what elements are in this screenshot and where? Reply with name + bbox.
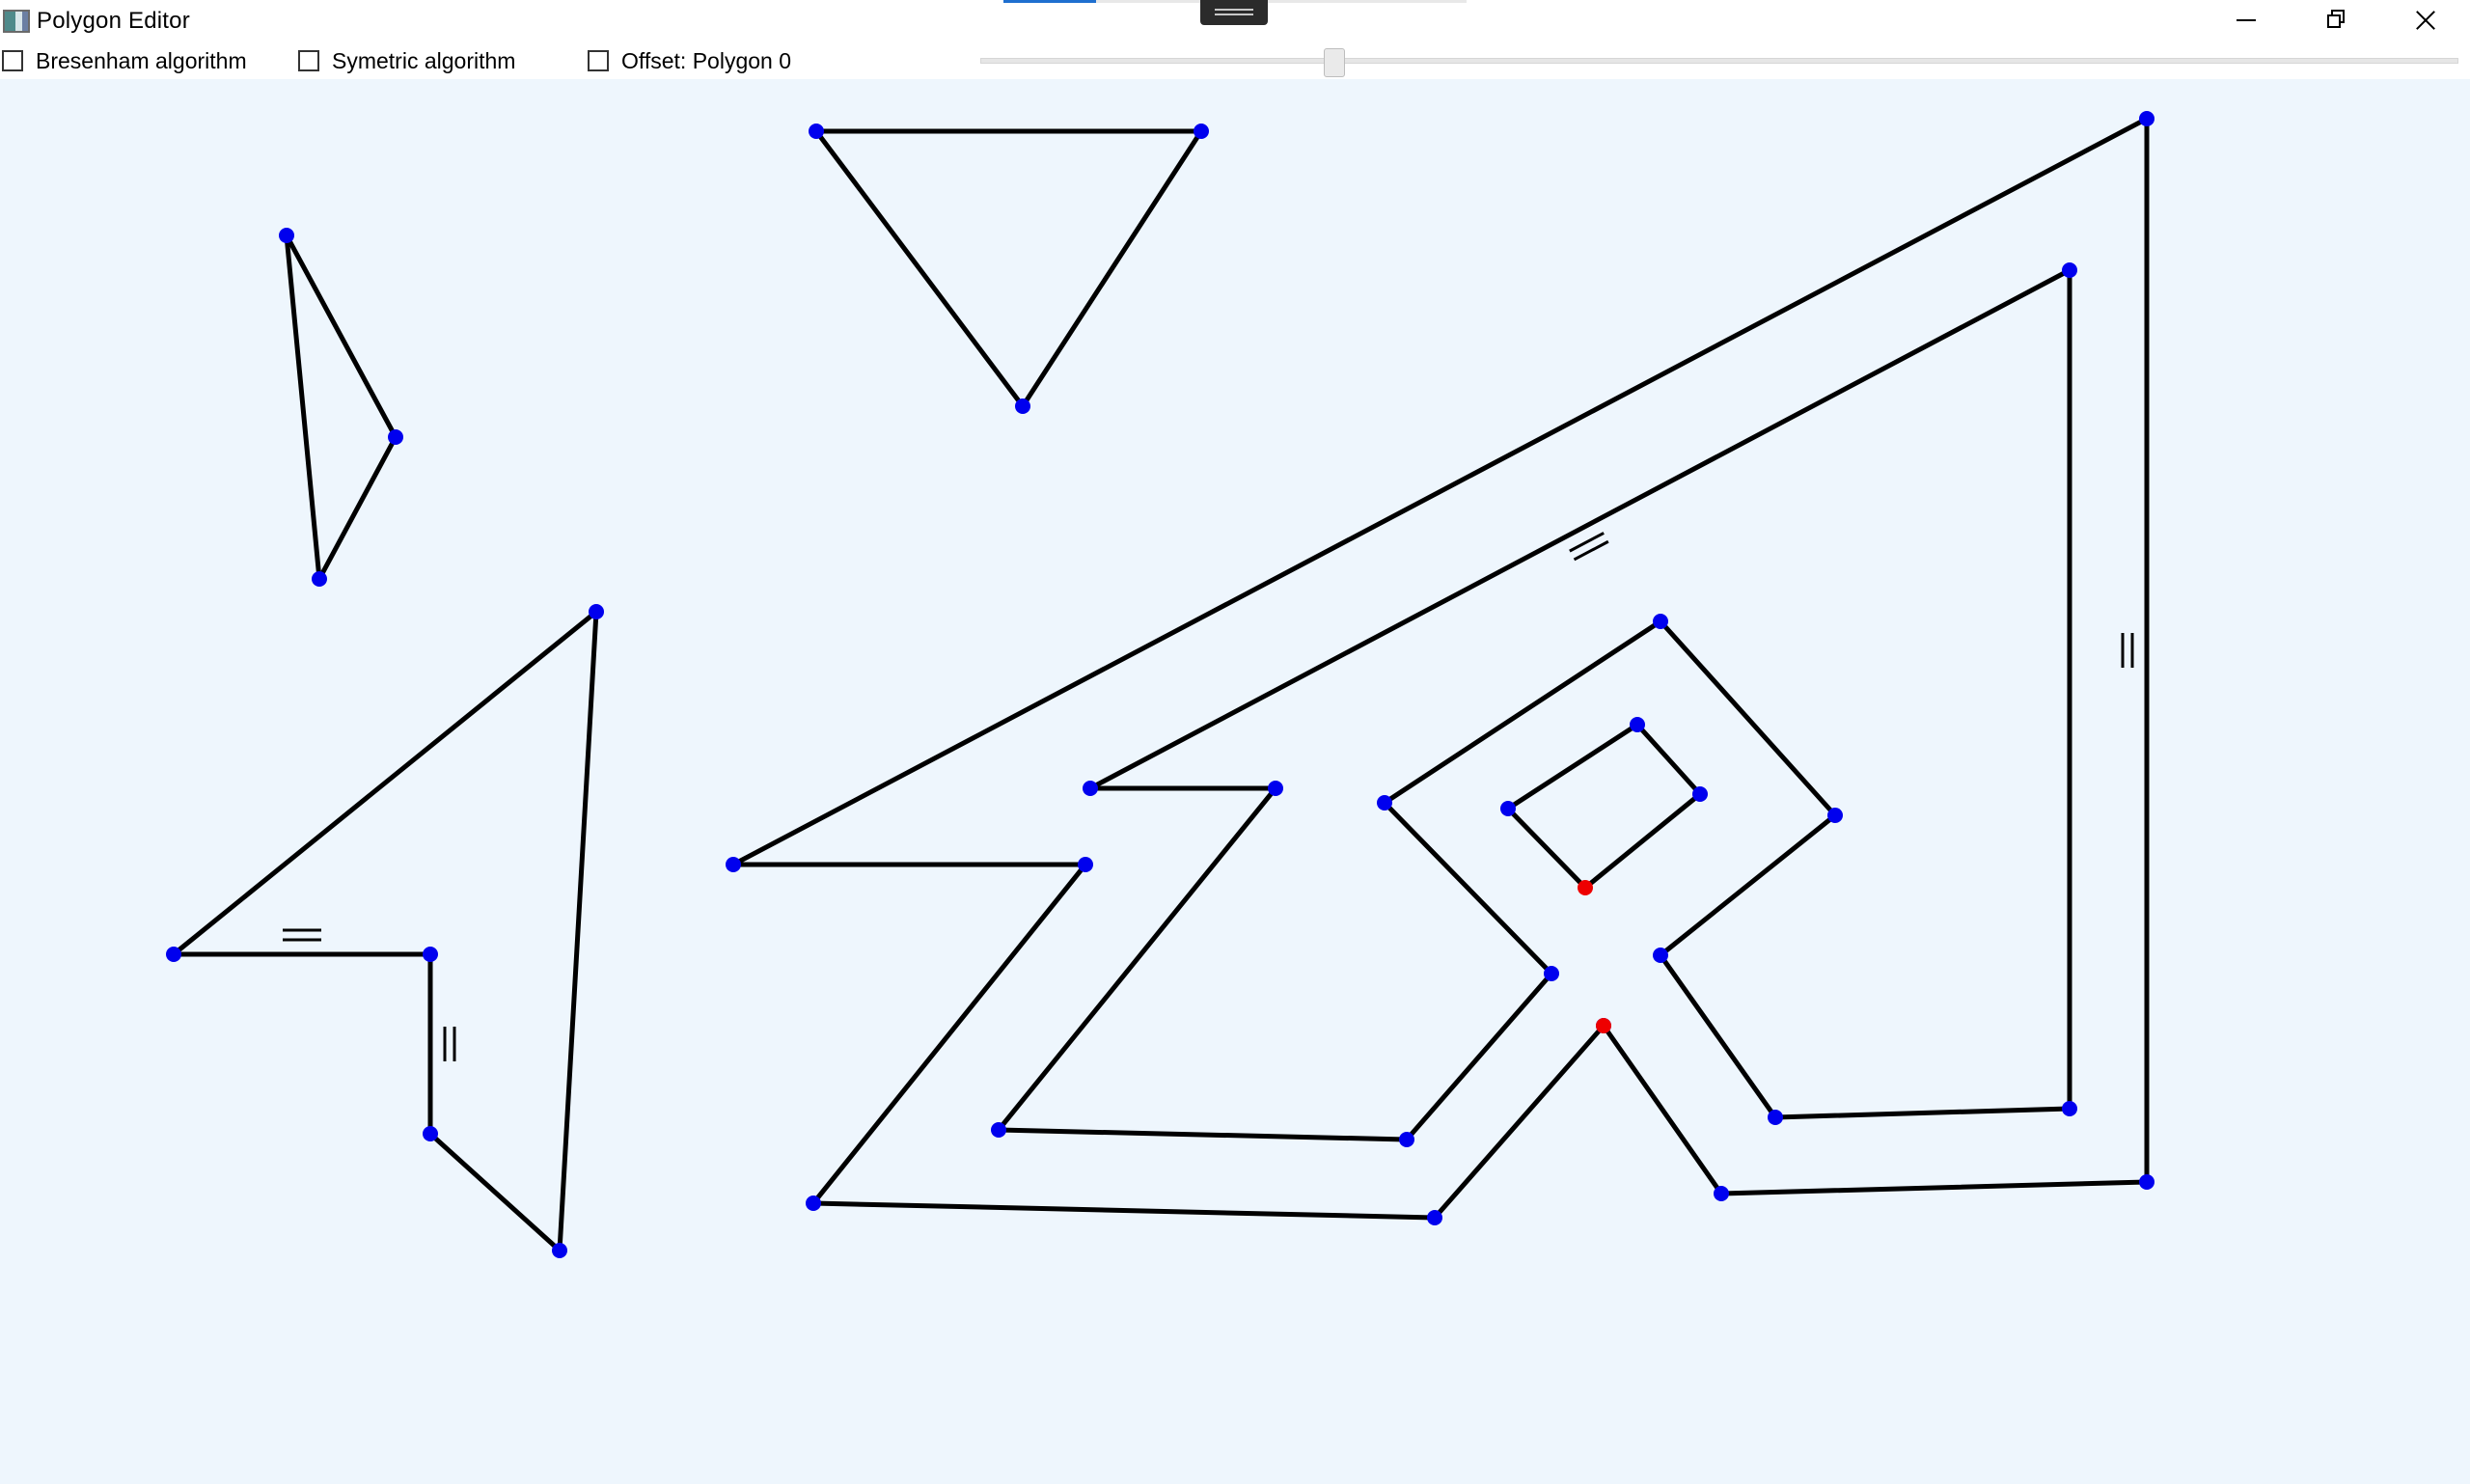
vertex-handle[interactable] bbox=[166, 947, 181, 962]
checkbox-box[interactable] bbox=[298, 50, 319, 71]
selected-vertex-handle[interactable] bbox=[1578, 880, 1593, 895]
vertex-handle[interactable] bbox=[2062, 1101, 2077, 1116]
symmetric-label: Symetric algorithm bbox=[332, 47, 516, 73]
vertex-handle[interactable] bbox=[1399, 1132, 1414, 1147]
minimize-button[interactable] bbox=[2202, 0, 2291, 41]
vertex-handle[interactable] bbox=[1768, 1110, 1783, 1125]
vertex-handle[interactable] bbox=[1083, 781, 1098, 796]
vertex-handle[interactable] bbox=[1015, 398, 1030, 414]
title-bar[interactable]: Polygon Editor bbox=[0, 0, 2470, 42]
offset-label: Offset: Polygon 0 bbox=[621, 47, 792, 73]
bresenham-label: Bresenham algorithm bbox=[36, 47, 247, 73]
vertex-handle[interactable] bbox=[1544, 966, 1559, 981]
vertex-handle[interactable] bbox=[1630, 717, 1645, 732]
vertex-handle[interactable] bbox=[312, 571, 327, 587]
vertex-handle[interactable] bbox=[806, 1195, 821, 1211]
vertex-handle[interactable] bbox=[991, 1122, 1006, 1138]
vertex-handle[interactable] bbox=[1268, 781, 1283, 796]
vertex-handle[interactable] bbox=[423, 1126, 438, 1141]
symmetric-checkbox[interactable]: Symetric algorithm bbox=[298, 47, 515, 74]
vertex-handle[interactable] bbox=[726, 857, 741, 872]
canvas-background[interactable] bbox=[0, 79, 2470, 1484]
vertex-handle[interactable] bbox=[423, 947, 438, 962]
vertex-handle[interactable] bbox=[1500, 801, 1516, 816]
polygon-canvas[interactable] bbox=[0, 79, 2470, 1484]
vertex-handle[interactable] bbox=[1427, 1210, 1442, 1225]
vertex-handle[interactable] bbox=[1377, 795, 1392, 811]
drawing-canvas[interactable] bbox=[0, 79, 2470, 1484]
slider-thumb[interactable] bbox=[1324, 48, 1346, 77]
vertex-handle[interactable] bbox=[1194, 124, 1209, 139]
vertex-handle[interactable] bbox=[809, 124, 824, 139]
drag-handle-icon[interactable] bbox=[1200, 0, 1268, 25]
app-window-icon bbox=[3, 10, 30, 33]
close-button[interactable] bbox=[2379, 0, 2468, 41]
vertex-handle[interactable] bbox=[1653, 614, 1668, 629]
window-title: Polygon Editor bbox=[37, 8, 190, 34]
vertex-handle[interactable] bbox=[552, 1243, 567, 1258]
scroll-indicator-active bbox=[1003, 0, 1096, 3]
vertex-handle[interactable] bbox=[1653, 948, 1668, 963]
vertex-handle[interactable] bbox=[1692, 786, 1708, 802]
offset-checkbox[interactable]: Offset: Polygon 0 bbox=[588, 47, 791, 74]
vertex-handle[interactable] bbox=[2062, 262, 2077, 278]
slider-track[interactable] bbox=[980, 58, 2458, 64]
vertex-handle[interactable] bbox=[2139, 1174, 2154, 1190]
checkbox-box[interactable] bbox=[588, 50, 609, 71]
restore-button[interactable] bbox=[2291, 0, 2379, 41]
offset-slider[interactable] bbox=[980, 48, 2458, 77]
vertex-handle[interactable] bbox=[1078, 857, 1093, 872]
vertex-handle[interactable] bbox=[279, 228, 294, 243]
vertex-handle[interactable] bbox=[1827, 808, 1843, 823]
vertex-handle[interactable] bbox=[2139, 111, 2154, 126]
checkbox-box[interactable] bbox=[2, 50, 23, 71]
bresenham-checkbox[interactable]: Bresenham algorithm bbox=[2, 47, 247, 74]
vertex-handle[interactable] bbox=[388, 429, 403, 445]
vertex-handle[interactable] bbox=[1714, 1186, 1729, 1201]
selected-vertex-handle[interactable] bbox=[1596, 1018, 1611, 1033]
vertex-handle[interactable] bbox=[589, 604, 604, 619]
